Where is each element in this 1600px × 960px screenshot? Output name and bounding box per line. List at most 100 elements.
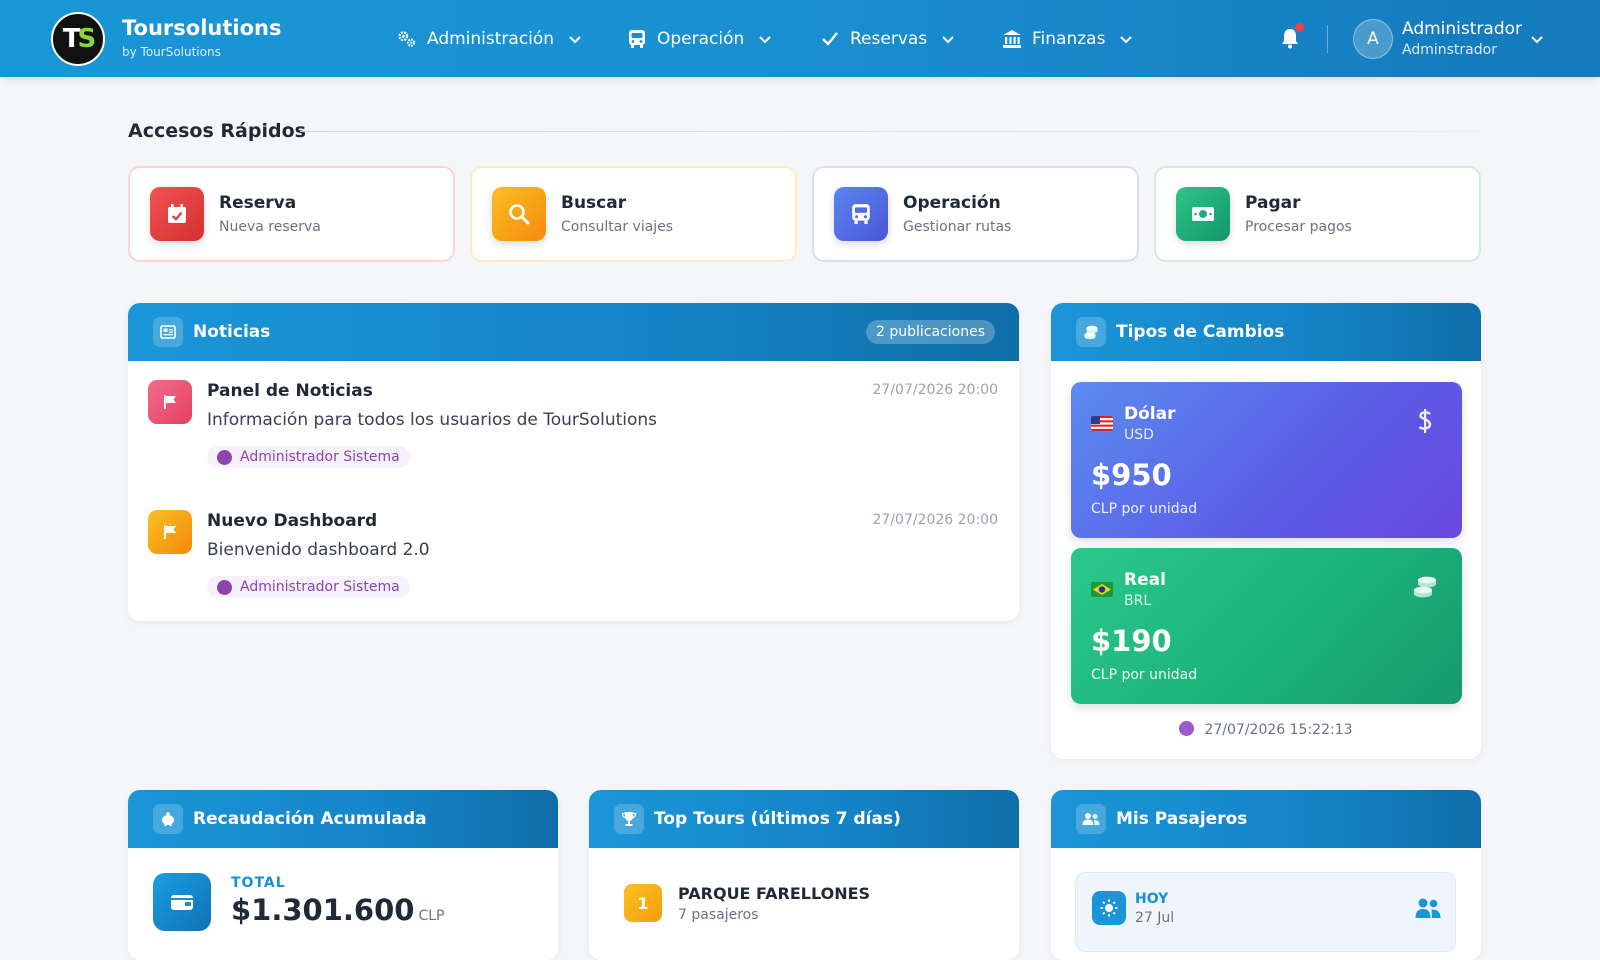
piggy-bank-icon: [153, 804, 183, 834]
exchange-updated: 27/07/2026 15:22:13: [1051, 721, 1481, 738]
cogs-icon: [397, 29, 417, 49]
news-item-date: 27/07/2026 20:00: [872, 382, 999, 398]
sun-icon: [1092, 891, 1126, 925]
top-tours-panel-header: Top Tours (últimos 7 días): [589, 790, 1019, 848]
quick-pagar-button[interactable]: Pagar Procesar pagos: [1154, 166, 1481, 262]
news-title: Noticias: [193, 322, 271, 342]
currency-card-brl[interactable]: Real BRL $190 CLP por unidad: [1071, 548, 1462, 704]
quick-title: Operación: [903, 193, 1001, 213]
brand-logo[interactable]: TS: [51, 12, 105, 66]
news-item-body: Información para todos los usuarios de T…: [207, 410, 658, 430]
passengers-panel: Mis Pasajeros HOY 27 Jul: [1051, 790, 1481, 960]
quick-subtitle: Gestionar rutas: [903, 219, 1012, 235]
nav-finanzas[interactable]: Finanzas: [1002, 0, 1133, 77]
tour-passengers: 7 pasajeros: [678, 907, 759, 923]
news-item-date: 27/07/2026 20:00: [872, 512, 999, 528]
news-item-title: Nuevo Dashboard: [207, 511, 378, 531]
money-icon: [1176, 187, 1230, 241]
coins-icon: [1076, 317, 1106, 347]
quick-subtitle: Nueva reserva: [219, 219, 321, 235]
currency-card-usd[interactable]: Dólar USD $950 CLP por unidad: [1071, 382, 1462, 538]
coins-icon: [1412, 574, 1438, 600]
quick-operacion-button[interactable]: Operación Gestionar rutas: [812, 166, 1139, 262]
bus-icon: [627, 29, 647, 49]
currency-unit: CLP por unidad: [1091, 667, 1198, 683]
revenue-value: $1.301.600 CLP: [231, 893, 445, 927]
us-flag-icon: [1091, 416, 1113, 431]
users-icon: [1415, 898, 1441, 918]
currency-name: Dólar: [1124, 404, 1176, 424]
revenue-panel-header: Recaudación Acumulada: [128, 790, 558, 848]
currency-code: USD: [1124, 427, 1154, 443]
revenue-label: TOTAL: [231, 875, 286, 891]
chevron-down-icon: [1120, 35, 1133, 43]
bus-icon: [834, 187, 888, 241]
quick-subtitle: Procesar pagos: [1245, 219, 1352, 235]
header-divider: [1327, 25, 1328, 53]
top-navbar: TS Toursolutions by TourSolutions Admini…: [0, 0, 1600, 77]
dollar-icon: [1412, 408, 1438, 434]
chevron-down-icon: [942, 35, 954, 43]
revenue-title: Recaudación Acumulada: [193, 809, 427, 829]
flag-icon: [148, 510, 192, 554]
exchange-title: Tipos de Cambios: [1116, 322, 1285, 342]
passengers-today-card[interactable]: HOY 27 Jul: [1075, 872, 1456, 952]
flag-icon: [148, 380, 192, 424]
brand-subtitle: by TourSolutions: [122, 45, 221, 59]
quick-reserva-button[interactable]: Reserva Nueva reserva: [128, 166, 455, 262]
quick-buscar-button[interactable]: Buscar Consultar viajes: [470, 166, 797, 262]
chevron-down-icon: [759, 35, 772, 43]
nav-label: Reservas: [850, 28, 928, 49]
trophy-icon: [614, 804, 644, 834]
nav-label: Administración: [427, 28, 555, 49]
top-tours-panel: Top Tours (últimos 7 días) 1 PARQUE FARE…: [589, 790, 1019, 960]
quick-title: Reserva: [219, 193, 297, 213]
check-icon: [820, 29, 840, 49]
passengers-panel-header: Mis Pasajeros: [1051, 790, 1481, 848]
users-icon: [1076, 804, 1106, 834]
passengers-today-date: 27 Jul: [1135, 910, 1175, 926]
exchange-panel: Tipos de Cambios Dólar USD $950 CLP por …: [1051, 303, 1481, 759]
tour-name: PARQUE FARELLONES: [678, 884, 871, 903]
news-item-body: Bienvenido dashboard 2.0: [207, 540, 430, 560]
newspaper-icon: [153, 317, 183, 347]
nav-label: Operación: [657, 28, 745, 49]
quick-title: Pagar: [1245, 193, 1301, 213]
wallet-icon: [153, 873, 211, 931]
nav-operacion[interactable]: Operación: [627, 0, 772, 77]
passengers-today-label: HOY: [1135, 891, 1169, 907]
news-item-title: Panel de Noticias: [207, 381, 373, 401]
top-tours-title: Top Tours (últimos 7 días): [654, 809, 901, 829]
revenue-currency: CLP: [418, 908, 445, 924]
currency-value: $950: [1091, 458, 1172, 492]
notification-badge: [1295, 23, 1304, 32]
search-icon: [492, 187, 546, 241]
news-panel-header: Noticias 2 publicaciones: [128, 303, 1019, 361]
news-panel: Noticias 2 publicaciones Panel de Notici…: [128, 303, 1019, 621]
brand-title: Toursolutions: [122, 16, 282, 40]
currency-value: $190: [1091, 624, 1172, 658]
revenue-panel: Recaudación Acumulada TOTAL $1.301.600 CL…: [128, 790, 558, 960]
chevron-down-icon: [569, 35, 581, 43]
user-circle-icon: [217, 449, 232, 465]
section-divider: [300, 131, 1480, 132]
chevron-down-icon[interactable]: [1530, 32, 1544, 46]
bank-icon: [1002, 29, 1022, 49]
br-flag-icon: [1091, 582, 1113, 597]
user-role: Adminstrador: [1402, 42, 1497, 58]
tour-rank-badge: 1: [624, 884, 662, 922]
section-title-quick-access: Accesos Rápidos: [128, 120, 306, 142]
user-circle-icon: [217, 579, 232, 595]
news-item-author: Administrador Sistema: [207, 446, 410, 468]
currency-name: Real: [1124, 570, 1166, 590]
exchange-panel-header: Tipos de Cambios: [1051, 303, 1481, 361]
nav-administracion[interactable]: Administración: [397, 0, 582, 77]
nav-reservas[interactable]: Reservas: [820, 0, 955, 77]
quick-subtitle: Consultar viajes: [561, 219, 674, 235]
avatar[interactable]: A: [1353, 19, 1393, 59]
user-name[interactable]: Administrador: [1402, 19, 1522, 39]
nav-label: Finanzas: [1032, 28, 1106, 49]
news-item-author: Administrador Sistema: [207, 576, 410, 598]
currency-unit: CLP por unidad: [1091, 501, 1198, 517]
calendar-check-icon: [150, 187, 204, 241]
